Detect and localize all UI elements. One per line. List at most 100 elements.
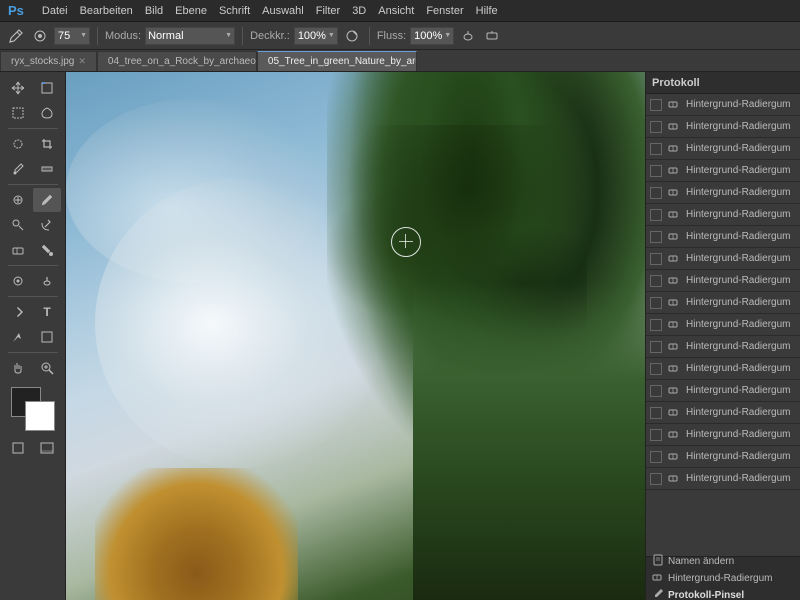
brush-tool-icon[interactable]	[6, 26, 26, 46]
protocol-item-10[interactable]: Hintergrund-Radiergum	[646, 292, 800, 314]
artboard-tool[interactable]	[33, 76, 61, 100]
protocol-item-15[interactable]: Hintergrund-Radiergum	[646, 402, 800, 424]
clone-tool[interactable]	[4, 213, 32, 237]
footer-label-pinsel: Protokoll-Pinsel	[668, 590, 744, 600]
fluss-label: Fluss:	[377, 30, 406, 42]
quick-select-tool[interactable]	[4, 132, 32, 156]
protocol-item-3[interactable]: Hintergrund-Radiergum	[646, 138, 800, 160]
lasso-tool[interactable]	[33, 101, 61, 125]
fill-tool[interactable]	[33, 238, 61, 262]
eraser-icon-3	[666, 141, 682, 157]
protocol-text-9: Hintergrund-Radiergum	[686, 275, 791, 286]
screen-mode[interactable]	[33, 436, 61, 460]
cursor-crosshair-h	[399, 241, 413, 242]
eraser-tool[interactable]	[4, 238, 32, 262]
eyedropper-tool[interactable]	[4, 157, 32, 181]
footer-item-pinsel[interactable]: Protokoll-Pinsel	[652, 588, 794, 600]
protocol-item-14[interactable]: Hintergrund-Radiergum	[646, 380, 800, 402]
brush-size-input[interactable]: 75	[54, 27, 90, 45]
protocol-item-7[interactable]: Hintergrund-Radiergum	[646, 226, 800, 248]
protocol-item-16[interactable]: Hintergrund-Radiergum	[646, 424, 800, 446]
protocol-item-2[interactable]: Hintergrund-Radiergum	[646, 116, 800, 138]
eraser-icon-6	[666, 207, 682, 223]
eraser-icon-1	[666, 97, 682, 113]
protocol-item-13[interactable]: Hintergrund-Radiergum	[646, 358, 800, 380]
eraser-icon-15	[666, 405, 682, 421]
menu-item-datei[interactable]: Datei	[36, 3, 74, 19]
menu-item-ansicht[interactable]: Ansicht	[372, 3, 420, 19]
eraser-icon-5	[666, 185, 682, 201]
protocol-item-5[interactable]: Hintergrund-Radiergum	[646, 182, 800, 204]
eraser-icon-17	[666, 449, 682, 465]
menu-item-fenster[interactable]: Fenster	[420, 3, 469, 19]
protocol-item-9[interactable]: Hintergrund-Radiergum	[646, 270, 800, 292]
path-select-tool[interactable]	[4, 325, 32, 349]
text-tool[interactable]: T	[33, 300, 61, 324]
shape-tool[interactable]	[33, 325, 61, 349]
tool-sep-2	[8, 184, 58, 185]
menu-item-bild[interactable]: Bild	[139, 3, 169, 19]
crop-tool[interactable]	[33, 132, 61, 156]
background-color-swatch[interactable]	[25, 401, 55, 431]
tab-label-tab3: 05_Tree_in_green_Nature_by_arc	[268, 56, 417, 67]
protocol-text-13: Hintergrund-Radiergum	[686, 363, 791, 374]
menu-item-3d[interactable]: 3D	[346, 3, 372, 19]
protocol-item-17[interactable]: Hintergrund-Radiergum	[646, 446, 800, 468]
dodge-tool[interactable]	[33, 269, 61, 293]
sep3	[369, 27, 370, 45]
menu-item-auswahl[interactable]: Auswahl	[256, 3, 310, 19]
brush-tool-sidebar[interactable]	[33, 188, 61, 212]
tab-tab2[interactable]: 04_tree_on_a_Rock_by_archaeopteryx_stock…	[97, 51, 257, 71]
ruler-tool[interactable]	[33, 157, 61, 181]
protocol-item-6[interactable]: Hintergrund-Radiergum	[646, 204, 800, 226]
menu-item-hilfe[interactable]: Hilfe	[470, 3, 504, 19]
ps-logo: Ps	[4, 3, 28, 18]
check-icon-9	[650, 275, 662, 287]
tool-sep-1	[8, 128, 58, 129]
canvas-background	[66, 72, 645, 600]
canvas-area[interactable]	[66, 72, 645, 600]
menu-item-schrift[interactable]: Schrift	[213, 3, 256, 19]
protocol-item-1[interactable]: Hintergrund-Radiergum	[646, 94, 800, 116]
marquee-tool[interactable]	[4, 101, 32, 125]
fluss-input[interactable]: 100%	[410, 27, 454, 45]
pressure-icon[interactable]	[482, 26, 502, 46]
check-icon-15	[650, 407, 662, 419]
pen-tool[interactable]	[4, 300, 32, 324]
brush-size-wrap: 75	[54, 27, 90, 45]
footer-item-radiergum[interactable]: Hintergrund-Radiergum	[652, 571, 794, 586]
footer-icon-pinsel	[652, 588, 664, 600]
tool-row-6	[4, 213, 61, 237]
move-tool[interactable]	[4, 76, 32, 100]
protocol-item-18[interactable]: Hintergrund-Radiergum	[646, 468, 800, 490]
protocol-item-12[interactable]: Hintergrund-Radiergum	[646, 336, 800, 358]
footer-icon-radiergum	[652, 571, 664, 586]
tool-row-3	[4, 132, 61, 156]
protocol-item-11[interactable]: Hintergrund-Radiergum	[646, 314, 800, 336]
hand-tool[interactable]	[4, 356, 32, 380]
protocol-text-8: Hintergrund-Radiergum	[686, 253, 791, 264]
standard-mode[interactable]	[4, 436, 32, 460]
deckkr-input[interactable]: 100%	[294, 27, 338, 45]
menu-item-bearbeiten[interactable]: Bearbeiten	[74, 3, 139, 19]
menu-item-filter[interactable]: Filter	[310, 3, 346, 19]
tab-tab1[interactable]: ryx_stocks.jpg✕	[0, 51, 97, 71]
airbrush-icon[interactable]	[458, 26, 478, 46]
tab-tab3[interactable]: 05_Tree_in_green_Nature_by_arc✕	[257, 51, 417, 71]
brush-options-icon[interactable]	[30, 26, 50, 46]
protocol-text-11: Hintergrund-Radiergum	[686, 319, 791, 330]
protocol-item-8[interactable]: Hintergrund-Radiergum	[646, 248, 800, 270]
tab-close-tab1[interactable]: ✕	[78, 56, 86, 67]
deckkr-icon[interactable]	[342, 26, 362, 46]
blur-tool[interactable]	[4, 269, 32, 293]
eraser-icon-9	[666, 273, 682, 289]
menu-item-ebene[interactable]: Ebene	[169, 3, 213, 19]
heal-tool[interactable]	[4, 188, 32, 212]
protocol-text-7: Hintergrund-Radiergum	[686, 231, 791, 242]
protocol-item-4[interactable]: Hintergrund-Radiergum	[646, 160, 800, 182]
history-brush-tool[interactable]	[33, 213, 61, 237]
footer-item-namen[interactable]: Namen ändern	[652, 554, 794, 569]
modus-select[interactable]: Normal Auflösen Abdunkeln	[145, 27, 235, 45]
zoom-tool[interactable]	[33, 356, 61, 380]
tool-row-2	[4, 101, 61, 125]
